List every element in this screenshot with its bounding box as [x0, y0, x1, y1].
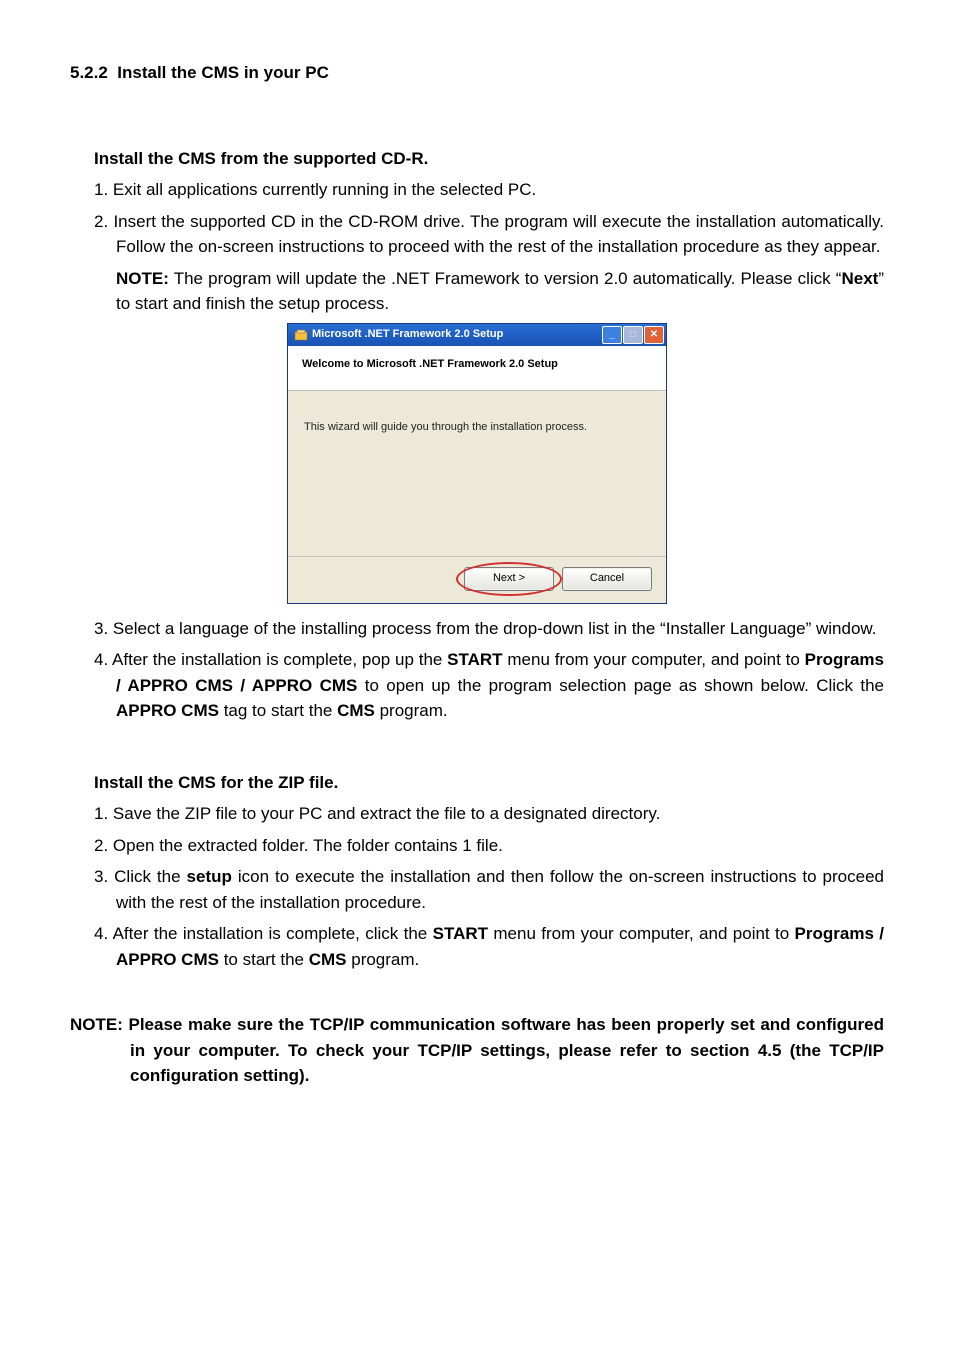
close-button[interactable]: ✕: [644, 326, 664, 344]
cd-step-4: 4. After the installation is complete, p…: [94, 647, 884, 724]
cancel-button[interactable]: Cancel: [562, 567, 652, 591]
section-heading: 5.2.2 Install the CMS in your PC: [70, 60, 884, 86]
note-bold-next: Next: [841, 269, 878, 288]
dialog-title: Microsoft .NET Framework 2.0 Setup: [312, 326, 602, 343]
cd-step-2-text: 2. Insert the supported CD in the CD-ROM…: [94, 209, 884, 260]
next-button-highlight: Next >: [464, 567, 554, 591]
zip-install-heading: Install the CMS for the ZIP file.: [94, 770, 884, 796]
installer-icon: [294, 328, 308, 342]
next-button[interactable]: Next >: [464, 567, 554, 591]
section-title: Install the CMS in your PC: [117, 63, 329, 82]
cd-step-1: 1. Exit all applications currently runni…: [94, 177, 884, 203]
cd-install-heading: Install the CMS from the supported CD-R.: [94, 146, 884, 172]
dialog-footer: Next > Cancel: [288, 556, 666, 603]
zip-step-1-text: 1. Save the ZIP file to your PC and extr…: [94, 801, 884, 827]
maximize-button: □: [623, 326, 643, 344]
note-label: NOTE:: [116, 269, 169, 288]
final-note-text: NOTE: Please make sure the TCP/IP commun…: [70, 1012, 884, 1089]
zip-step-2: 2. Open the extracted folder. The folder…: [94, 833, 884, 859]
dialog-body-text: This wizard will guide you through the i…: [288, 391, 666, 556]
cd-step-3: 3. Select a language of the installing p…: [94, 616, 884, 642]
window-buttons: _ □ ✕: [602, 326, 664, 344]
zip-step-4-text: 4. After the installation is complete, c…: [94, 921, 884, 972]
dialog-screenshot: Microsoft .NET Framework 2.0 Setup _ □ ✕…: [70, 323, 884, 604]
dialog-titlebar: Microsoft .NET Framework 2.0 Setup _ □ ✕: [288, 324, 666, 346]
final-note: NOTE: Please make sure the TCP/IP commun…: [70, 1012, 884, 1089]
zip-step-2-text: 2. Open the extracted folder. The folder…: [94, 833, 884, 859]
zip-step-4: 4. After the installation is complete, c…: [94, 921, 884, 972]
zip-step-3: 3. Click the setup icon to execute the i…: [94, 864, 884, 915]
cd-step-4-text: 4. After the installation is complete, p…: [94, 647, 884, 724]
cd-step-2: 2. Insert the supported CD in the CD-ROM…: [94, 209, 884, 260]
net-framework-dialog: Microsoft .NET Framework 2.0 Setup _ □ ✕…: [287, 323, 667, 604]
cd-step-1-text: 1. Exit all applications currently runni…: [94, 177, 884, 203]
minimize-button[interactable]: _: [602, 326, 622, 344]
cd-step-3-text: 3. Select a language of the installing p…: [94, 616, 884, 642]
section-number: 5.2.2: [70, 63, 108, 82]
note-text-a: The program will update the .NET Framewo…: [169, 269, 842, 288]
cd-note: NOTE: The program will update the .NET F…: [116, 266, 884, 317]
zip-step-1: 1. Save the ZIP file to your PC and extr…: [94, 801, 884, 827]
dialog-header-text: Welcome to Microsoft .NET Framework 2.0 …: [288, 346, 666, 392]
zip-step-3-text: 3. Click the setup icon to execute the i…: [94, 864, 884, 915]
